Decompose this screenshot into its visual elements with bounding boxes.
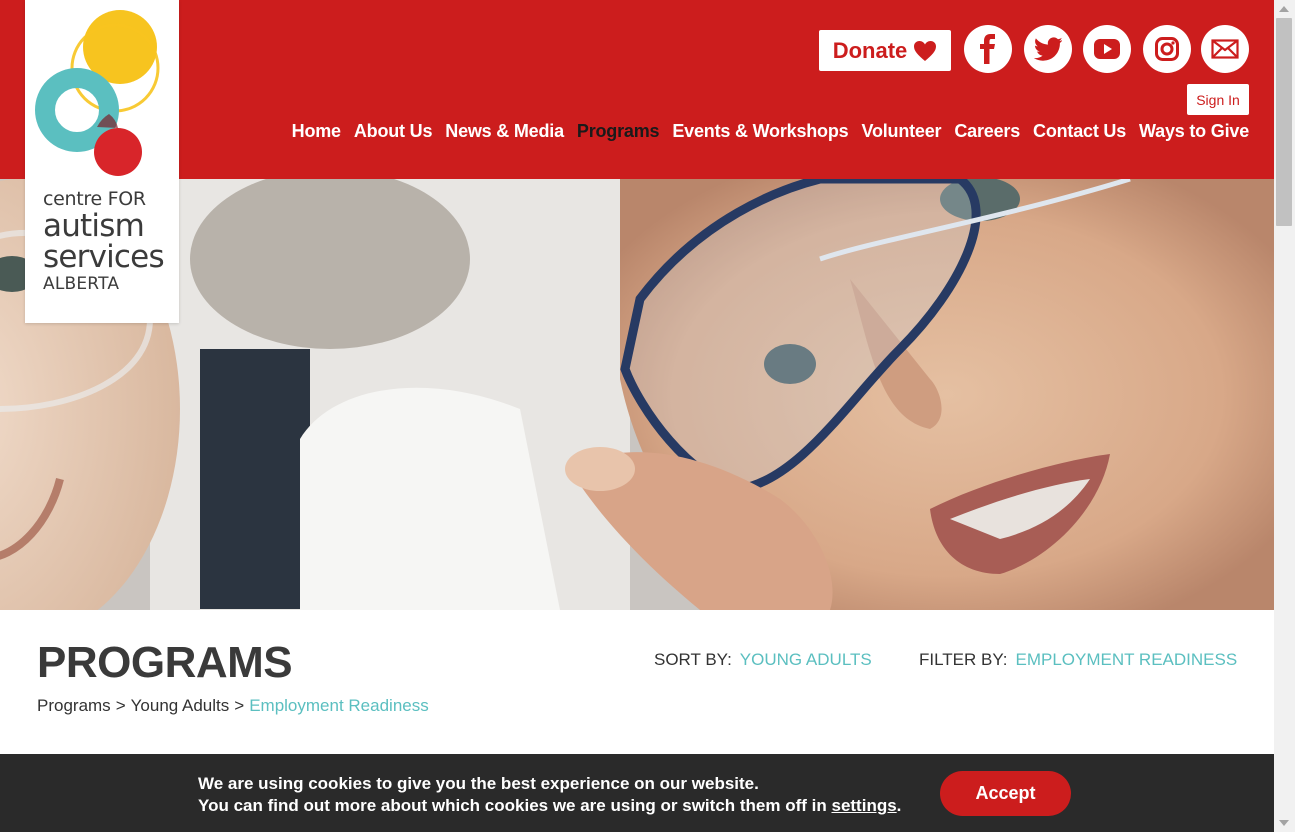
logo-line-centre: centre FOR <box>43 188 146 210</box>
nav-volunteer[interactable]: Volunteer <box>861 121 941 142</box>
page-title: PROGRAMS <box>37 638 293 687</box>
hero-banner-image <box>0 179 1274 610</box>
scrollbar-thumb[interactable] <box>1276 18 1292 226</box>
nav-ways-to-give[interactable]: Ways to Give <box>1139 121 1249 142</box>
breadcrumb: Programs > Young Adults > Employment Rea… <box>37 696 429 716</box>
donate-button[interactable]: Donate <box>819 30 951 71</box>
breadcrumb-programs[interactable]: Programs <box>37 696 111 716</box>
logo-line-services: services <box>43 239 165 275</box>
instagram-glyph <box>1155 37 1179 61</box>
nav-events-workshops[interactable]: Events & Workshops <box>672 121 848 142</box>
email-icon[interactable] <box>1201 25 1249 73</box>
nav-news-media[interactable]: News & Media <box>445 121 564 142</box>
filter-by-control: FILTER BY: EMPLOYMENT READINESS <box>919 650 1237 670</box>
cookie-settings-link[interactable]: settings <box>831 796 896 815</box>
facebook-icon[interactable] <box>964 25 1012 73</box>
page-scrollbar[interactable] <box>1274 0 1295 832</box>
cookie-message: We are using cookies to give you the bes… <box>198 773 901 817</box>
site-header: Donate Sign In Home About Us News & Medi… <box>0 0 1274 179</box>
hero-photo <box>0 179 1274 610</box>
breadcrumb-separator: > <box>234 696 245 715</box>
twitter-icon[interactable] <box>1024 25 1072 73</box>
cookie-line-1: We are using cookies to give you the bes… <box>198 774 759 793</box>
cookie-line-2: You can find out more about which cookie… <box>198 795 901 817</box>
logo-circles-graphic <box>35 10 160 176</box>
facebook-glyph <box>980 34 995 64</box>
nav-careers[interactable]: Careers <box>954 121 1020 142</box>
logo-wordmark: centre FOR autism services ALBERTA <box>43 188 165 294</box>
donate-label: Donate <box>832 37 908 63</box>
filter-by-label: FILTER BY: <box>919 650 1008 669</box>
sort-by-select[interactable]: YOUNG ADULTS <box>740 650 872 670</box>
scroll-down-arrow-icon[interactable] <box>1279 820 1289 826</box>
accept-cookies-button[interactable]: Accept <box>940 771 1071 816</box>
sort-by-control: SORT BY: YOUNG ADULTS <box>654 650 872 670</box>
twitter-glyph <box>1034 37 1062 61</box>
heart-icon <box>914 40 937 61</box>
email-glyph <box>1211 39 1239 59</box>
nav-about-us[interactable]: About Us <box>354 121 433 142</box>
scroll-up-arrow-icon[interactable] <box>1279 6 1289 12</box>
cookie-line-2-end: . <box>896 796 902 815</box>
site-logo[interactable]: centre FOR autism services ALBERTA <box>25 0 179 323</box>
youtube-icon[interactable] <box>1083 25 1131 73</box>
nav-home[interactable]: Home <box>292 121 341 142</box>
logo-line-autism: autism <box>43 208 145 244</box>
logo-line-alberta: ALBERTA <box>43 274 120 294</box>
sort-by-label: SORT BY: <box>654 650 732 669</box>
nav-programs[interactable]: Programs <box>577 121 660 142</box>
instagram-icon[interactable] <box>1143 25 1191 73</box>
breadcrumb-employment-readiness[interactable]: Employment Readiness <box>249 696 429 716</box>
youtube-glyph <box>1094 39 1120 59</box>
breadcrumb-young-adults[interactable]: Young Adults <box>131 696 230 716</box>
cookie-line-2-text: You can find out more about which cookie… <box>198 796 832 815</box>
nav-contact-us[interactable]: Contact Us <box>1033 121 1126 142</box>
sign-in-button[interactable]: Sign In <box>1187 84 1249 115</box>
filter-by-select[interactable]: EMPLOYMENT READINESS <box>1016 650 1238 670</box>
cookie-consent-bar: We are using cookies to give you the bes… <box>0 754 1274 832</box>
main-nav: Home About Us News & Media Programs Even… <box>292 121 1250 142</box>
breadcrumb-separator: > <box>115 696 126 715</box>
